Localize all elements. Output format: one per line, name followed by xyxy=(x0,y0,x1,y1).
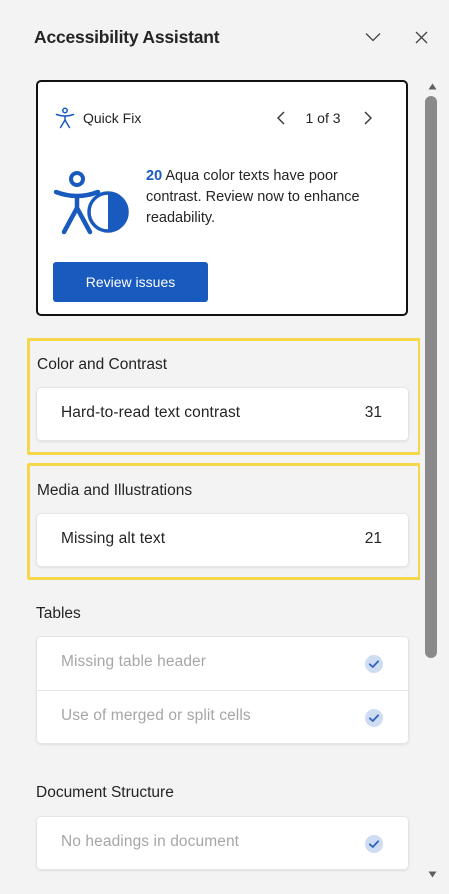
issue-count-badge: 31 xyxy=(364,404,382,421)
next-fix-button[interactable] xyxy=(358,107,378,129)
close-icon xyxy=(415,31,427,43)
pane-title: Accessibility Assistant xyxy=(34,27,220,47)
checkmark-circle-icon xyxy=(365,835,383,853)
issue-no-headings[interactable]: No headings in document xyxy=(37,817,408,869)
section-title-document-structure: Document Structure xyxy=(36,784,174,801)
contrast-accessibility-icon xyxy=(53,171,129,235)
issue-hard-to-read-contrast[interactable]: Hard-to-read text contrast 31 xyxy=(37,388,408,440)
issue-missing-table-header[interactable]: Missing table header xyxy=(37,637,408,689)
chevron-down-icon xyxy=(365,33,381,42)
review-issues-button[interactable]: Review issues xyxy=(53,262,208,302)
tables-card: Missing table header Use of merged or sp… xyxy=(36,636,409,744)
issue-label: Use of merged or split cells xyxy=(61,707,251,724)
color-contrast-card: Hard-to-read text contrast 31 xyxy=(36,387,409,441)
previous-fix-button[interactable] xyxy=(270,107,290,129)
checkmark-circle-icon xyxy=(365,655,383,673)
accessibility-assistant-pane: Accessibility Assistant Quick Fix 1 of 3 xyxy=(0,0,449,894)
quick-fix-message-text: Aqua color texts have poor contrast. Rev… xyxy=(146,168,360,226)
chevron-right-icon xyxy=(364,111,372,125)
structure-card: No headings in document xyxy=(36,816,409,870)
media-card: Missing alt text 21 xyxy=(36,513,409,567)
quick-fix-header: Quick Fix 1 of 3 xyxy=(52,107,392,131)
issue-merged-split-cells[interactable]: Use of merged or split cells xyxy=(37,691,408,743)
issue-label: Hard-to-read text contrast xyxy=(61,404,241,421)
scroll-down-button[interactable] xyxy=(425,866,439,882)
issues-scroll-area[interactable]: Quick Fix 1 of 3 20 Aqua color texts hav… xyxy=(0,78,420,894)
color-contrast-section: Color and Contrast Hard-to-read text con… xyxy=(27,338,420,455)
media-illustrations-section: Media and Illustrations Missing alt text… xyxy=(27,463,420,580)
checkmark-circle-icon xyxy=(365,709,383,727)
quick-fix-card: Quick Fix 1 of 3 20 Aqua color texts hav… xyxy=(36,80,408,316)
issue-label: Missing alt text xyxy=(61,530,166,547)
issue-count-badge: 21 xyxy=(364,530,382,547)
quick-fix-pager: 1 of 3 xyxy=(305,110,341,126)
triangle-down-icon xyxy=(428,871,436,877)
issue-label: No headings in document xyxy=(61,833,240,850)
issue-missing-alt-text[interactable]: Missing alt text 21 xyxy=(37,514,408,566)
quick-fix-label: Quick Fix xyxy=(83,110,142,126)
close-pane-button[interactable] xyxy=(410,26,432,48)
scroll-up-button[interactable] xyxy=(425,78,439,94)
scrollbar-thumb[interactable] xyxy=(425,96,437,658)
accessibility-person-icon xyxy=(55,107,75,129)
quick-fix-message: 20 Aqua color texts have poor contrast. … xyxy=(146,166,386,229)
chevron-left-icon xyxy=(276,111,284,125)
issue-count: 20 xyxy=(146,168,163,184)
triangle-up-icon xyxy=(428,83,436,89)
issue-label: Missing table header xyxy=(61,653,207,670)
section-title-color-contrast: Color and Contrast xyxy=(37,356,168,373)
collapse-pane-button[interactable] xyxy=(362,26,384,48)
section-title-tables: Tables xyxy=(36,605,81,622)
section-title-media: Media and Illustrations xyxy=(37,482,193,499)
vertical-scrollbar[interactable] xyxy=(420,78,442,894)
pane-header: Accessibility Assistant xyxy=(0,0,449,78)
